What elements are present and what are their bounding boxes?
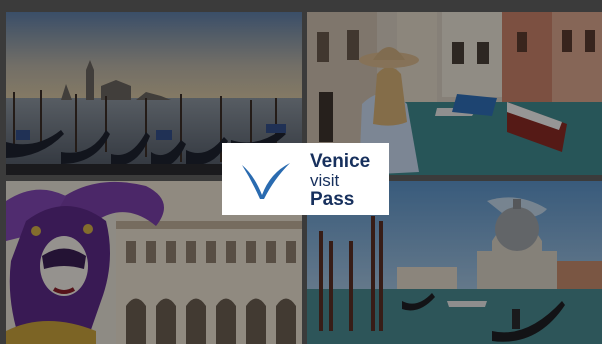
logo-line-venice: Venice bbox=[310, 151, 371, 172]
logo-line-visit: visit bbox=[310, 171, 340, 190]
checkmark-wave-icon bbox=[242, 163, 290, 199]
logo-line-pass: Pass bbox=[310, 189, 355, 210]
venice-visit-pass-logo: Venice visit Pass bbox=[222, 143, 389, 215]
logo-wordmark: Venice visit Pass bbox=[310, 152, 388, 210]
